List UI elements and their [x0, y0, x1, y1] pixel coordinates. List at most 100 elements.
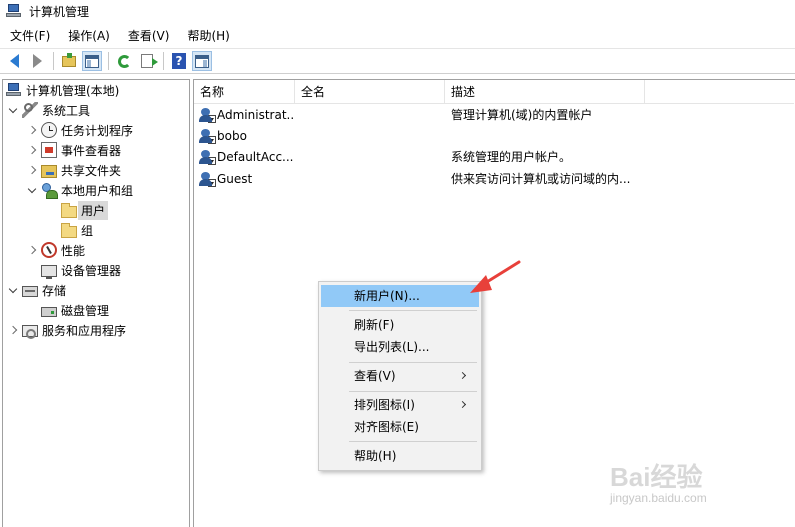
task-scheduler-icon: [41, 122, 57, 138]
tree-item-event-viewer[interactable]: 事件查看器: [27, 140, 121, 160]
refresh-button[interactable]: [114, 51, 134, 71]
export-list-icon: [141, 54, 158, 68]
performance-icon: [41, 242, 57, 258]
device-manager-icon: [41, 265, 57, 279]
tree-item-shared-folders[interactable]: 共享文件夹: [27, 160, 121, 180]
computer-management-app-icon: [6, 3, 22, 19]
console-tree[interactable]: 计算机管理(本地) 系统工具 任务计划程序 事件查看器 共享文件夹 本地用户和组…: [2, 79, 190, 527]
expand-toggle[interactable]: [27, 145, 37, 155]
column-header-description[interactable]: 描述: [445, 80, 645, 104]
menu-item-view[interactable]: 查看(V): [321, 365, 479, 387]
export-list-button[interactable]: [137, 51, 158, 71]
expand-toggle[interactable]: [8, 325, 18, 335]
chevron-down-icon: [8, 104, 18, 113]
tree-item-services-apps[interactable]: 服务和应用程序: [8, 320, 126, 340]
menu-item-arrange-icons[interactable]: 排列图标(I): [321, 394, 479, 416]
local-users-groups-icon: [41, 182, 58, 199]
tree-item-performance[interactable]: 性能: [27, 240, 85, 260]
menu-view[interactable]: 查看(V): [119, 26, 179, 46]
title-bar: 计算机管理: [0, 0, 795, 22]
chevron-down-icon: [27, 184, 37, 193]
list-item[interactable]: Guest 供来宾访问计算机或访问域的内...: [194, 168, 794, 189]
tree-item-label: 存储: [42, 283, 67, 298]
menu-separator: [349, 391, 477, 392]
forward-arrow-icon: [32, 54, 42, 68]
chevron-right-icon: [458, 400, 467, 409]
user-icon: [199, 107, 216, 123]
tree-item-label: 服务和应用程序: [42, 323, 127, 338]
user-icon: [199, 128, 216, 144]
menu-item-label: 查看(V): [354, 369, 396, 383]
user-name: Guest: [217, 171, 253, 186]
tools-icon: [22, 102, 38, 118]
expand-toggle[interactable]: [27, 125, 37, 135]
menu-item-export-list[interactable]: 导出列表(L)...: [321, 336, 479, 358]
expand-toggle[interactable]: [8, 104, 18, 115]
tree-item-users[interactable]: 用户: [61, 200, 109, 220]
menu-help[interactable]: 帮助(H): [178, 26, 238, 46]
tree-item-storage[interactable]: 存储: [8, 280, 66, 300]
tree-item-disk-management[interactable]: 磁盘管理: [41, 300, 109, 320]
menu-item-new-user[interactable]: 新用户(N)...: [321, 285, 479, 307]
help-icon: ?: [172, 53, 186, 69]
expand-toggle[interactable]: [27, 165, 37, 175]
show-hide-console-tree-button[interactable]: [82, 51, 102, 71]
tree-item-label: 设备管理器: [61, 263, 122, 278]
chevron-right-icon: [27, 145, 37, 155]
tree-item-computer-management[interactable]: 计算机管理(本地): [6, 80, 119, 100]
tree-item-label: 磁盘管理: [61, 303, 110, 318]
back-arrow-icon: [9, 54, 19, 68]
user-icon: [199, 171, 216, 187]
expand-toggle[interactable]: [27, 245, 37, 255]
up-level-button[interactable]: [59, 51, 79, 71]
event-viewer-icon: [41, 142, 57, 158]
column-header-fullname[interactable]: 全名: [295, 80, 445, 104]
menu-item-align-icons[interactable]: 对齐图标(E): [321, 416, 479, 438]
storage-icon: [22, 286, 38, 297]
tree-item-label: 性能: [61, 243, 86, 258]
user-description: 供来宾访问计算机或访问域的内...: [451, 172, 631, 186]
tree-item-label: 组: [81, 223, 94, 238]
toolbar-separator: [53, 52, 54, 70]
tree-item-task-scheduler[interactable]: 任务计划程序: [27, 120, 133, 140]
menu-separator: [349, 310, 477, 311]
tree-item-groups[interactable]: 组: [61, 220, 93, 240]
services-icon: [22, 325, 38, 339]
show-hide-action-pane-button[interactable]: [192, 51, 212, 71]
list-header: 名称 全名 描述: [194, 80, 794, 104]
watermark: Bai经验 jingyan.baidu.com: [600, 455, 790, 515]
user-description: 系统管理的用户帐户。: [451, 150, 572, 164]
tree-item-local-users-groups[interactable]: 本地用户和组: [27, 180, 133, 200]
tree-item-label: 系统工具: [42, 103, 91, 118]
help-button[interactable]: ?: [169, 51, 189, 71]
tree-item-label: 计算机管理(本地): [26, 83, 120, 98]
chevron-right-icon: [8, 325, 18, 335]
tree-item-label: 任务计划程序: [61, 123, 134, 138]
forward-button[interactable]: [27, 51, 47, 71]
menu-item-help[interactable]: 帮助(H): [321, 445, 479, 467]
window-title: 计算机管理: [29, 4, 90, 19]
up-folder-icon: [62, 52, 76, 67]
menu-file[interactable]: 文件(F): [0, 26, 59, 46]
expand-toggle[interactable]: [8, 284, 18, 295]
back-button[interactable]: [4, 51, 24, 71]
chevron-right-icon: [27, 245, 37, 255]
list-item[interactable]: bobo: [194, 125, 794, 146]
disk-management-icon: [41, 306, 57, 317]
context-menu: 新用户(N)... 刷新(F) 导出列表(L)... 查看(V) 排列图标(I)…: [318, 281, 482, 471]
chevron-right-icon: [27, 165, 37, 175]
user-name: bobo: [217, 128, 247, 143]
toolbar-separator: [163, 52, 164, 70]
shared-folder-icon: [41, 164, 57, 178]
tree-item-device-manager[interactable]: 设备管理器: [41, 260, 121, 280]
list-item[interactable]: DefaultAcc... 系统管理的用户帐户。: [194, 146, 794, 167]
column-header-name[interactable]: 名称: [194, 80, 295, 104]
toolbar-separator: [108, 52, 109, 70]
watermark-logo-text: Bai经验: [610, 462, 703, 492]
menu-item-refresh[interactable]: 刷新(F): [321, 314, 479, 336]
menu-action[interactable]: 操作(A): [59, 26, 119, 46]
list-item[interactable]: Administrat... 管理计算机(域)的内置帐户: [194, 104, 794, 125]
expand-toggle[interactable]: [27, 184, 37, 195]
tree-item-system-tools[interactable]: 系统工具: [8, 100, 90, 120]
show-hide-console-tree-icon: [85, 54, 99, 68]
